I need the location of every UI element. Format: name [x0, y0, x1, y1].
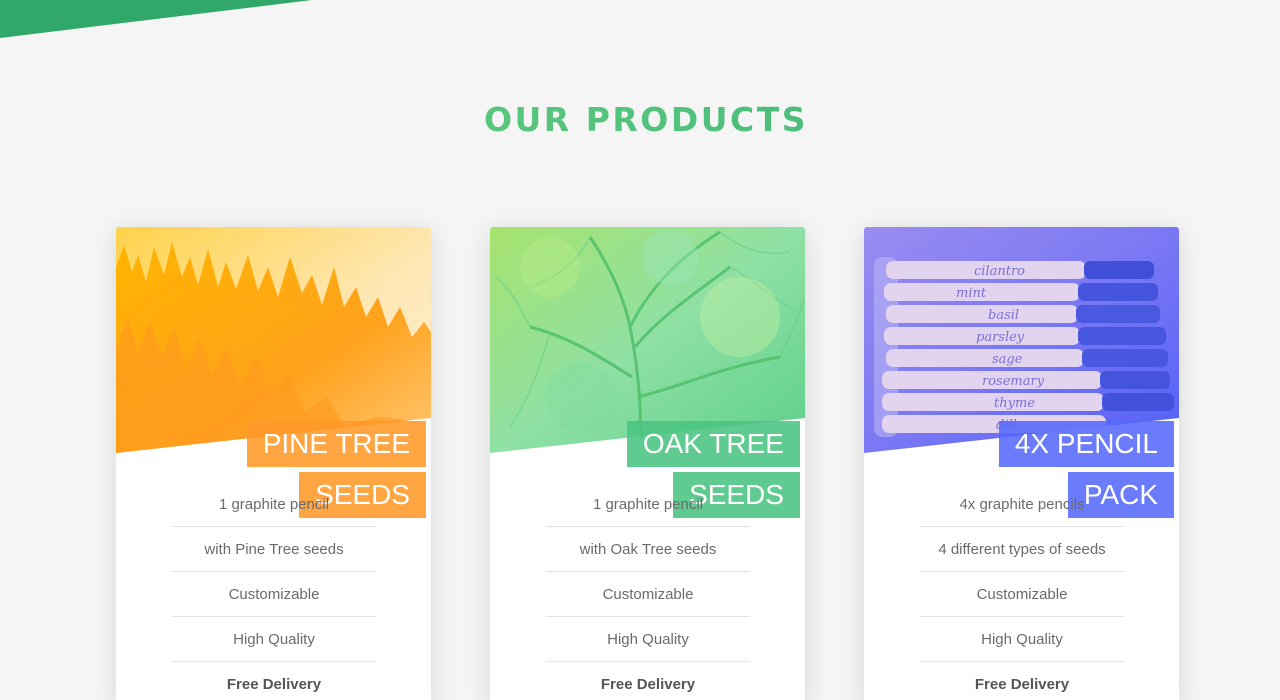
feature-list: 1 graphite pencil with Oak Tree seeds Cu…	[546, 482, 750, 700]
feature-item: High Quality	[546, 617, 750, 662]
feature-item: 4x graphite pencils	[920, 482, 1124, 527]
pencil-label: parsley	[976, 330, 1025, 345]
product-card-oak-tree[interactable]: OAK TREE SEEDS 1 graphite pencil with Oa…	[490, 227, 805, 700]
feature-item: 1 graphite pencil	[172, 482, 376, 527]
feature-item: Customizable	[172, 572, 376, 617]
feature-item: 1 graphite pencil	[546, 482, 750, 527]
feature-item: High Quality	[172, 617, 376, 662]
feature-list: 1 graphite pencil with Pine Tree seeds C…	[172, 482, 376, 700]
feature-item: Customizable	[920, 572, 1124, 617]
feature-item-delivery: Free Delivery	[226, 676, 322, 693]
feature-list: 4x graphite pencils 4 different types of…	[920, 482, 1124, 700]
feature-item-delivery: Free Delivery	[974, 676, 1070, 693]
product-title-line1: 4X PENCIL	[998, 421, 1174, 467]
product-card-pine-tree[interactable]: PINE TREE SEEDS 1 graphite pencil with P…	[116, 227, 431, 700]
pencil-label: rosemary	[982, 374, 1045, 389]
section-title: OUR PRODUCTS	[0, 98, 1280, 142]
pencil-label: cilantro	[974, 264, 1025, 279]
product-card-pencil-pack[interactable]: cilantro mint basil parsley sage rosemar…	[864, 227, 1179, 700]
pencil-label: thyme	[994, 396, 1035, 411]
feature-item: 4 different types of seeds	[920, 527, 1124, 572]
feature-item: with Oak Tree seeds	[546, 527, 750, 572]
feature-item: High Quality	[920, 617, 1124, 662]
product-title-line1: OAK TREE	[626, 421, 800, 467]
pencil-label: mint	[956, 286, 987, 301]
products-page: OUR PRODUCTS PINE TREE SEEDS 1 graphite …	[0, 0, 1280, 700]
feature-item-delivery: Free Delivery	[600, 676, 696, 693]
pencil-label: sage	[992, 352, 1023, 367]
feature-item: with Pine Tree seeds	[172, 527, 376, 572]
pencil-label: basil	[988, 308, 1019, 323]
top-banner-shape	[0, 0, 312, 38]
feature-item: Customizable	[546, 572, 750, 617]
product-title-line1: PINE TREE	[246, 421, 426, 467]
